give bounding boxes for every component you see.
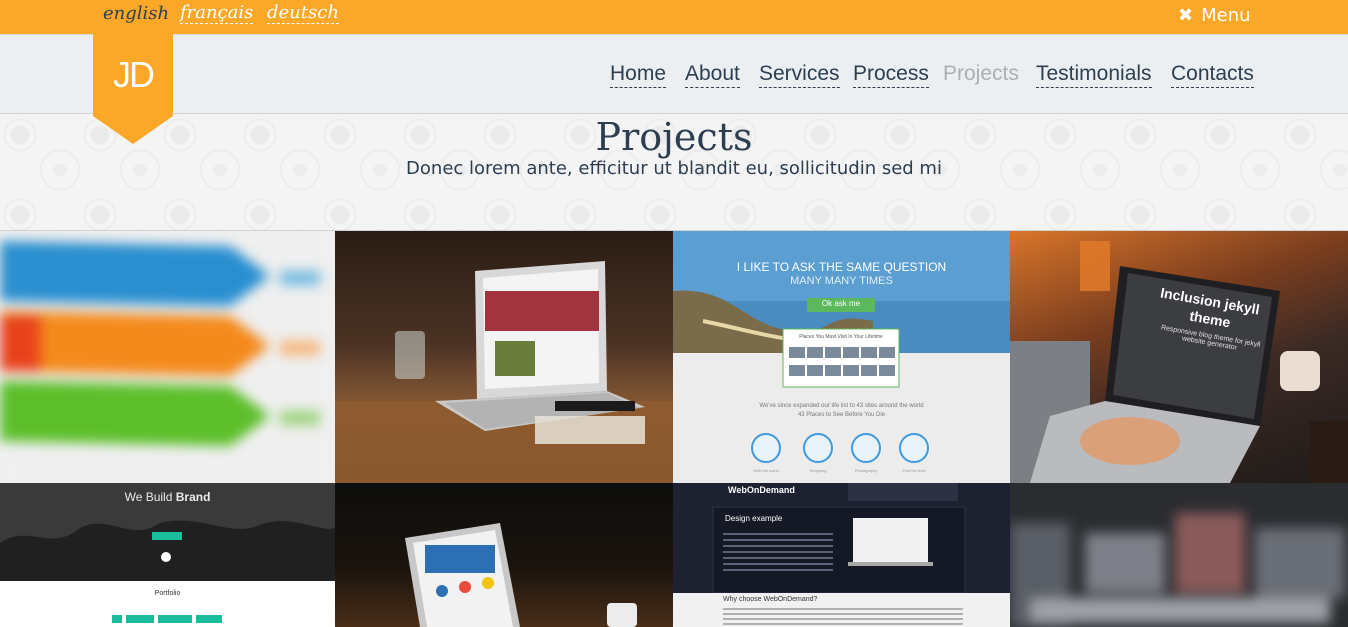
travel-line-2: 43 Places to See Before You Die [797,412,886,418]
project-tile-laptop-table[interactable] [335,231,673,483]
logo[interactable]: JD [93,34,173,144]
project-tile-infographic[interactable] [0,231,335,483]
project-tile-brand[interactable]: We Build Brand Portfolio [0,483,335,627]
language-francais[interactable]: français [180,3,254,24]
brand-portfolio-heading: Portfolio [154,590,181,597]
webondemand-image [673,483,1010,627]
menu-button[interactable]: ✖ Menu [1178,5,1251,26]
project-tile-jekyll-theme[interactable]: Inclusion jekyll theme Responsive blog t… [1010,231,1348,483]
brand-headline-pre: We Build [124,490,176,504]
nav-home[interactable]: Home [610,62,667,88]
language-deutsch[interactable]: deutsch [267,3,339,24]
webondemand-why-heading: Why choose WebOnDemand? [723,596,818,603]
travel-icon-label-2: Shopping [809,468,827,473]
travel-icon-label-3: Photography [854,468,878,473]
nav-contacts[interactable]: Contacts [1171,62,1254,88]
project-tile-tablet[interactable] [335,483,673,627]
webondemand-brand: WebOnDemand [728,485,795,495]
brand-headline-bold: Brand [175,490,211,504]
project-tile-webondemand[interactable]: WebOnDemand Design example Why choose We… [673,483,1010,627]
travel-line-1: We've since expanded our life list to 43… [759,403,924,409]
page-subtitle: Donec lorem ante, efficitur ut blandit e… [406,158,942,179]
brand-site-image [0,483,335,627]
project-tile-blurred[interactable] [1010,483,1348,627]
language-bar: english français deutsch ✖ Menu [0,0,1348,34]
nav-testimonials[interactable]: Testimonials [1036,62,1152,88]
tablet-photo [405,523,637,627]
nav-process[interactable]: Process [853,62,929,88]
project-tile-travel-site[interactable]: I LIKE TO ASK THE SAME QUESTION MANY MAN… [673,231,1010,483]
language-english: english [103,3,170,24]
nav-about[interactable]: About [685,62,740,88]
brand-headline: We Build Brand [0,490,335,504]
travel-icon-label-4: Find the best [902,468,926,473]
jekyll-photo [1010,241,1348,483]
logo-text: JD [113,54,155,95]
travel-headline: I LIKE TO ASK THE SAME QUESTION [736,260,947,274]
nav-services[interactable]: Services [759,62,840,88]
blurred-site-image [1010,483,1348,627]
webondemand-design-heading: Design example [725,514,783,523]
travel-ok-button: Ok ask me [821,299,861,308]
infographic-image [0,231,335,483]
nav-projects[interactable]: Projects [943,62,1019,88]
page-title: Projects [595,115,753,159]
travel-subheadline: MANY MANY TIMES [790,275,893,287]
menu-label: Menu [1201,5,1251,26]
close-icon: ✖ [1178,5,1194,26]
travel-card-title: Places You Must Visit In Your Lifetime [799,334,883,340]
travel-icon-label-1: Web the world [753,468,779,473]
laptop-photo [335,261,673,483]
page-hero: Projects Donec lorem ante, efficitur ut … [0,115,1348,231]
